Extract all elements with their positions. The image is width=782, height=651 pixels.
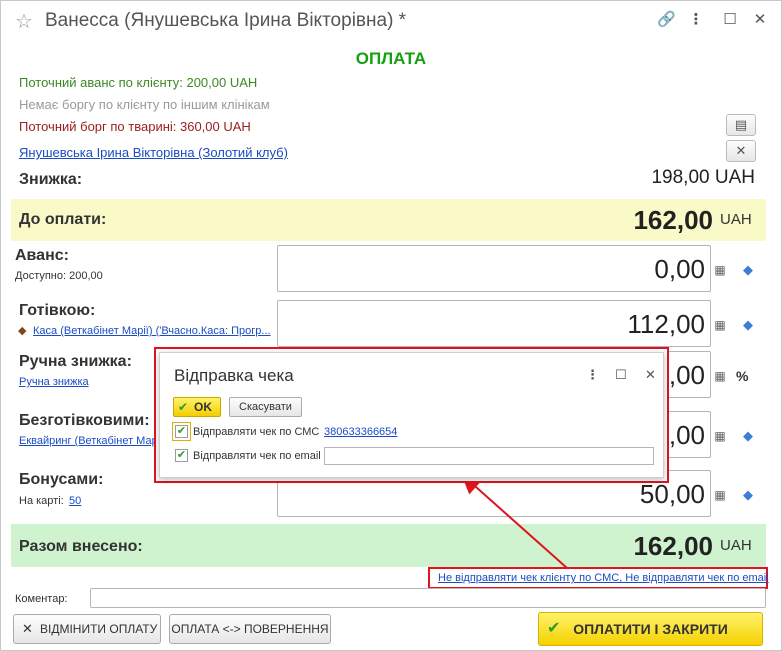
sms-checkbox-label: Відправляти чек по СМС xyxy=(193,426,320,438)
sms-checkbox[interactable]: ✔ xyxy=(175,425,188,438)
payment-window: ☆ Ванесса (Янушевська Ірина Вікторівна) … xyxy=(0,0,782,651)
ok-label: OK xyxy=(194,400,212,414)
receipt-dialog-highlight: Відправка чека ⋮ ☐ ✕ ✔ OK Скасувати ✔ Ві… xyxy=(154,347,669,483)
email-input[interactable] xyxy=(324,447,654,465)
annotation-arrow xyxy=(461,473,568,569)
dialog-close-icon[interactable]: ✕ xyxy=(645,367,656,383)
ok-check-icon: ✔ xyxy=(178,400,189,414)
dialog-title: Відправка чека xyxy=(174,366,294,385)
dialog-ok-button[interactable]: ✔ OK xyxy=(173,397,221,417)
send-receipt-dialog: Відправка чека ⋮ ☐ ✕ ✔ OK Скасувати ✔ Ві… xyxy=(159,352,664,478)
email-checkbox-label: Відправляти чек по email xyxy=(193,450,321,462)
dialog-maximize-icon[interactable]: ☐ xyxy=(615,367,627,383)
sms-phone-link[interactable]: 380633366654 xyxy=(324,426,397,438)
email-checkbox[interactable]: ✔ xyxy=(175,449,188,462)
cancel-label: Скасувати xyxy=(239,401,292,413)
dialog-more-icon[interactable]: ⋮ xyxy=(586,367,599,383)
dialog-cancel-button[interactable]: Скасувати xyxy=(229,397,302,417)
